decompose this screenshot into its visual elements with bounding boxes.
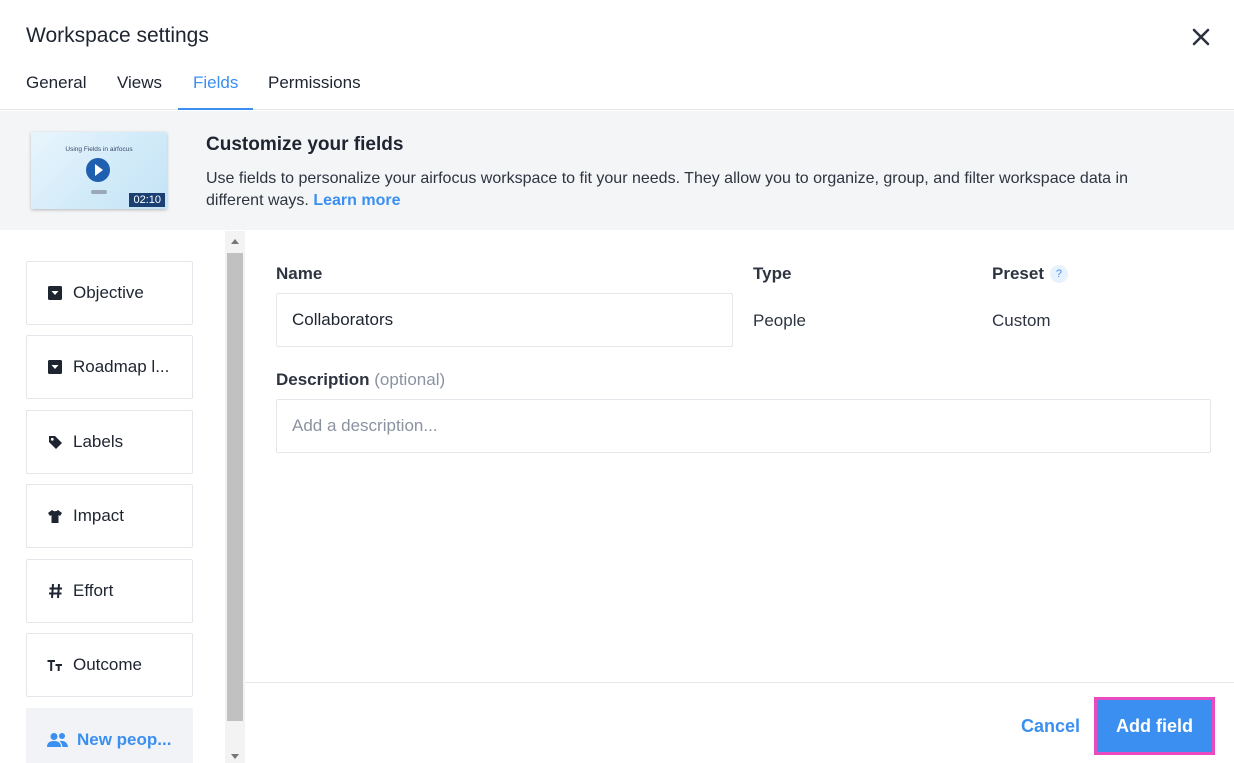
add-field-button[interactable]: Add field	[1094, 697, 1215, 755]
video-caption: Using Fields in airfocus	[65, 146, 133, 153]
type-value: People	[753, 311, 806, 330]
field-item-label: Effort	[73, 581, 114, 600]
field-item-label: Roadmap l...	[73, 357, 170, 376]
learn-more-link[interactable]: Learn more	[313, 192, 400, 209]
field-item-new-people[interactable]: New peop...	[26, 708, 193, 763]
tab-permissions[interactable]: Permissions	[268, 58, 361, 110]
hash-icon	[47, 582, 63, 600]
tab-general[interactable]: General	[26, 58, 86, 110]
scroll-up-icon[interactable]	[231, 239, 239, 244]
text-icon	[47, 656, 63, 674]
people-icon	[47, 731, 69, 749]
dropdown-square-icon	[47, 284, 63, 302]
field-item-label: Impact	[73, 506, 125, 525]
optional-hint: (optional)	[374, 370, 446, 389]
field-item-roadmap[interactable]: Roadmap l...	[26, 335, 193, 399]
close-icon[interactable]	[1188, 24, 1214, 50]
field-item-label: Labels	[73, 432, 124, 451]
banner-title: Customize your fields	[206, 134, 404, 155]
scroll-down-icon[interactable]	[231, 754, 239, 759]
field-list: Objective Roadmap l... Labels Impact Eff…	[0, 231, 225, 763]
tab-fields[interactable]: Fields	[178, 58, 254, 110]
video-thumbnail[interactable]: Using Fields in airfocus 02:10	[31, 132, 167, 209]
field-item-outcome[interactable]: Outcome	[26, 633, 193, 697]
settings-tabs: General Views Fields Permissions	[0, 58, 1234, 110]
field-editor: Name Type Preset? People Custom Descript…	[245, 231, 1234, 763]
field-item-impact[interactable]: Impact	[26, 484, 193, 548]
shirt-icon	[47, 507, 63, 525]
play-icon[interactable]	[86, 158, 110, 182]
video-duration: 02:10	[129, 193, 165, 207]
help-icon[interactable]: ?	[1049, 265, 1068, 283]
cancel-button[interactable]: Cancel	[1021, 716, 1080, 737]
field-item-labels[interactable]: Labels	[26, 410, 193, 474]
fields-intro-banner: Using Fields in airfocus 02:10 Customize…	[0, 111, 1234, 230]
description-input[interactable]	[276, 399, 1211, 453]
preset-value: Custom	[992, 311, 1051, 330]
name-input[interactable]	[276, 293, 733, 347]
tag-icon	[47, 433, 63, 451]
dropdown-square-icon	[47, 358, 63, 376]
scroll-thumb[interactable]	[227, 253, 243, 721]
field-item-label: Objective	[73, 283, 144, 302]
airfocus-logo-icon	[91, 190, 107, 194]
description-label: Description (optional)	[276, 370, 446, 389]
tab-views[interactable]: Views	[117, 58, 162, 110]
dialog-title: Workspace settings	[26, 24, 209, 47]
field-item-objective[interactable]: Objective	[26, 261, 193, 325]
name-label: Name	[276, 264, 323, 283]
preset-label: Preset?	[992, 264, 1068, 284]
dialog-footer: Cancel Add field	[245, 682, 1234, 763]
field-item-label: New peop...	[77, 730, 172, 749]
type-label: Type	[753, 264, 792, 283]
field-item-label: Outcome	[73, 655, 142, 674]
banner-description: Use fields to personalize your airfocus …	[206, 170, 1128, 209]
field-item-effort[interactable]: Effort	[26, 559, 193, 623]
field-list-scrollbar[interactable]	[225, 231, 245, 763]
